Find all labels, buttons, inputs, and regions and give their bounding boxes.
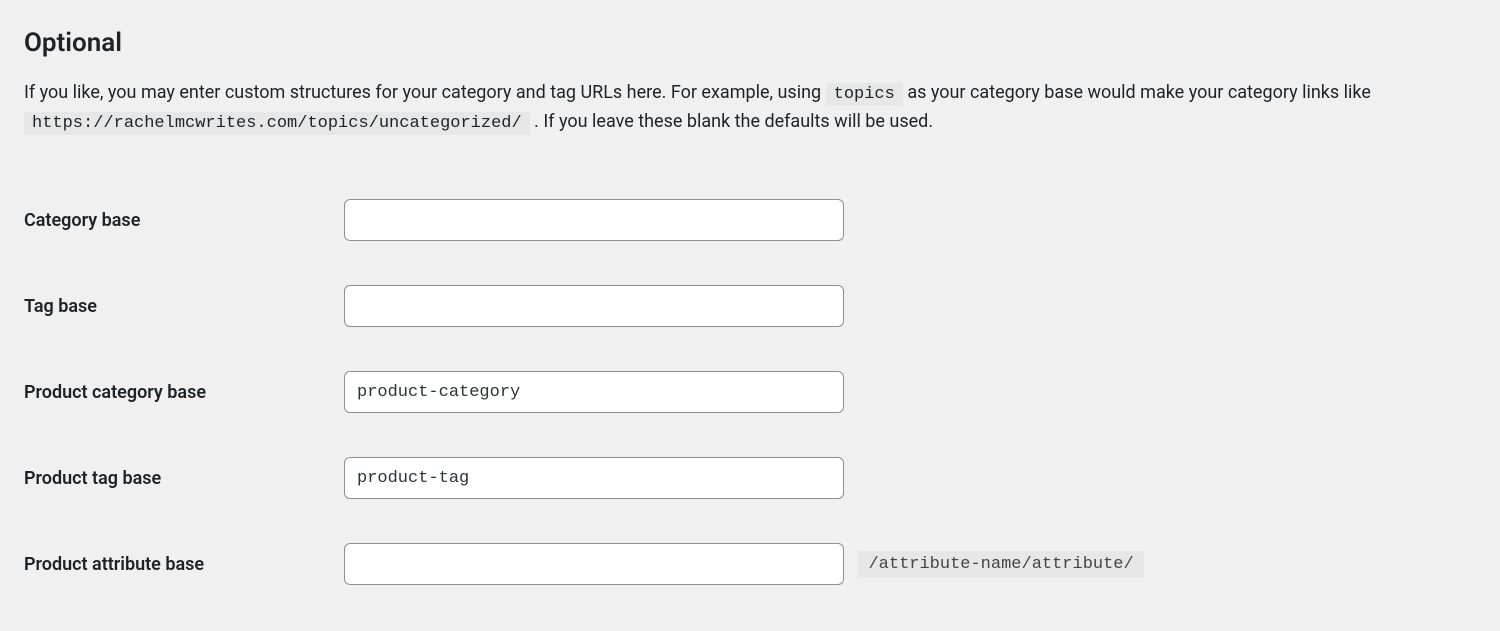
description-text-1: If you like, you may enter custom struct… [24,82,826,103]
product-attribute-suffix: /attribute-name/attribute/ [858,551,1143,578]
description-code-topics: topics [826,83,903,106]
product-attribute-base-label: Product attribute base [24,521,344,607]
product-category-base-input[interactable] [344,371,844,413]
tag-base-label: Tag base [24,263,344,349]
optional-form-table: Category base Tag base Product category … [24,177,1476,607]
category-base-input[interactable] [344,199,844,241]
tag-base-input[interactable] [344,285,844,327]
section-heading: Optional [24,24,1476,63]
category-base-label: Category base [24,177,344,263]
product-category-base-label: Product category base [24,349,344,435]
product-attribute-base-input[interactable] [344,543,844,585]
product-tag-base-label: Product tag base [24,435,344,521]
description-code-url: https://rachelmcwrites.com/topics/uncate… [24,112,530,135]
description-text-2: as your category base would make your ca… [907,82,1371,103]
product-tag-base-input[interactable] [344,457,844,499]
section-description: If you like, you may enter custom struct… [24,79,1476,137]
description-text-3: . If you leave these blank the defaults … [534,111,933,132]
